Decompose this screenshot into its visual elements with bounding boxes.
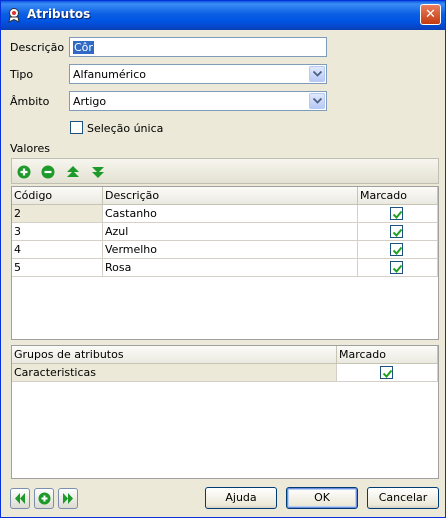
add-record-button[interactable] [34, 488, 54, 509]
previous-button[interactable] [10, 488, 30, 509]
checkmark-icon [392, 246, 403, 255]
column-gridline [336, 364, 337, 382]
column-gridline [102, 205, 103, 277]
table-row[interactable]: Caracteristicas [12, 364, 438, 382]
previous-icon [15, 493, 25, 504]
descricao-input[interactable]: Côr [69, 37, 327, 57]
column-header-marcado[interactable]: Marcado [360, 189, 407, 202]
chevron-down-icon [313, 71, 322, 77]
table-row[interactable]: 4 Vermelho [12, 241, 438, 259]
column-header-descricao[interactable]: Descrição [105, 189, 159, 202]
window-title: Atributos [27, 7, 91, 21]
ok-button[interactable]: OK [286, 487, 358, 509]
selecao-unica-checkbox[interactable] [70, 121, 83, 134]
add-icon [38, 492, 51, 505]
column-divider [437, 346, 438, 363]
tipo-select[interactable]: Alfanumérico [69, 64, 327, 84]
row-descricao: Azul [105, 225, 129, 238]
marcado-checkbox[interactable] [390, 225, 403, 238]
table-row[interactable]: 5 Rosa [12, 259, 438, 277]
next-button[interactable] [58, 488, 78, 509]
row-codigo: 3 [14, 225, 21, 238]
column-gridline [357, 205, 358, 277]
tipo-value: Alfanumérico [73, 68, 146, 81]
valores-label: Valores [10, 142, 50, 155]
remove-icon[interactable] [40, 164, 56, 180]
column-header-codigo[interactable]: Código [14, 189, 52, 202]
row-grupo-nome: Caracteristicas [14, 366, 97, 379]
close-icon: ✕ [425, 7, 436, 22]
valores-table-header: Código Descrição Marcado [12, 187, 438, 205]
marcado-checkbox[interactable] [380, 366, 393, 379]
ambito-select[interactable]: Artigo [69, 91, 327, 111]
valores-table: Código Descrição Marcado 2 Castanho 3 Az… [11, 186, 439, 340]
cancelar-button[interactable]: Cancelar [367, 487, 439, 509]
ajuda-button[interactable]: Ajuda [205, 487, 277, 509]
row-descricao: Vermelho [105, 243, 158, 256]
row-highlight [12, 205, 102, 222]
column-gridline [437, 205, 438, 277]
close-button[interactable]: ✕ [420, 4, 441, 25]
marcado-checkbox[interactable] [390, 261, 403, 274]
ambito-label: Âmbito [10, 95, 50, 108]
move-down-icon[interactable] [90, 164, 106, 180]
app-icon [6, 7, 22, 23]
checkmark-icon [392, 264, 403, 273]
row-codigo: 2 [14, 207, 21, 220]
attributes-dialog: Atributos ✕ Descrição Côr Tipo Alfanumér… [0, 0, 446, 518]
ambito-dropdown-button[interactable] [309, 93, 325, 109]
add-icon[interactable] [16, 164, 32, 180]
descricao-label: Descrição [10, 41, 65, 54]
column-gridline [437, 364, 438, 382]
title-bar[interactable]: Atributos ✕ [1, 1, 445, 30]
column-divider [437, 187, 438, 204]
row-descricao: Castanho [105, 207, 157, 220]
tipo-dropdown-button[interactable] [309, 66, 325, 82]
column-header-marcado[interactable]: Marcado [339, 348, 386, 361]
valores-toolbar [11, 158, 439, 184]
next-icon [63, 493, 73, 504]
checkmark-icon [382, 369, 393, 378]
checkmark-icon [392, 210, 403, 219]
ambito-value: Artigo [73, 95, 107, 108]
selecao-unica-label: Seleção única [87, 122, 164, 135]
row-descricao: Rosa [105, 261, 132, 274]
grupos-table: Grupos de atributos Marcado Caracteristi… [11, 345, 439, 479]
descricao-value: Côr [73, 41, 94, 54]
table-row[interactable]: 2 Castanho [12, 205, 438, 223]
row-codigo: 4 [14, 243, 21, 256]
column-divider [357, 187, 358, 204]
row-codigo: 5 [14, 261, 21, 274]
marcado-checkbox[interactable] [390, 243, 403, 256]
move-up-icon[interactable] [65, 164, 81, 180]
checkmark-icon [392, 228, 403, 237]
table-row[interactable]: 3 Azul [12, 223, 438, 241]
tipo-label: Tipo [10, 68, 34, 81]
marcado-checkbox[interactable] [390, 207, 403, 220]
column-divider [336, 346, 337, 363]
grupos-table-header: Grupos de atributos Marcado [12, 346, 438, 364]
column-header-grupos[interactable]: Grupos de atributos [14, 348, 124, 361]
column-divider [102, 187, 103, 204]
chevron-down-icon [313, 98, 322, 104]
